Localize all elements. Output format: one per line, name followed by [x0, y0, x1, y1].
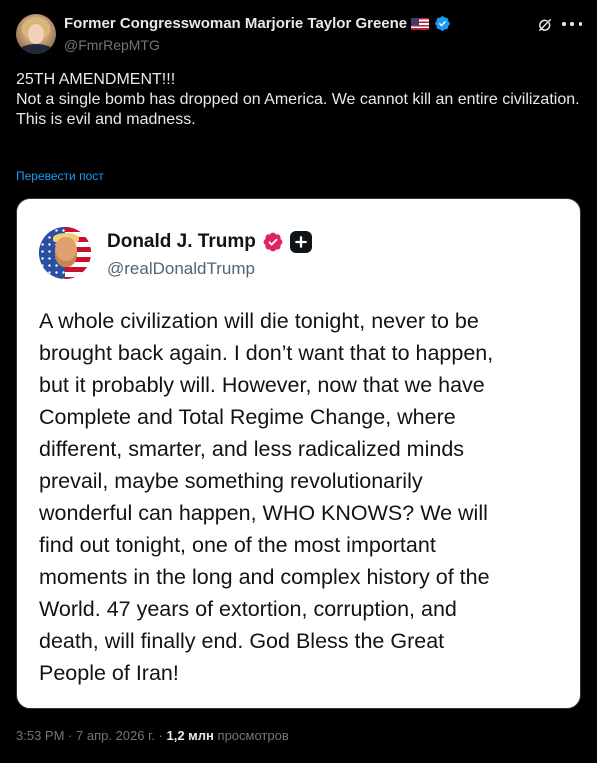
quoted-author-handle: @realDonaldTrump [107, 259, 255, 278]
grok-icon[interactable] [536, 16, 554, 34]
quoted-author-name: Donald J. Trump [107, 231, 256, 252]
quoted-verified-badge-icon [262, 231, 284, 253]
post-text: 25TH AMENDMENT!!! Not a single bomb has … [16, 70, 581, 130]
views-label: просмотров [217, 728, 289, 743]
attached-image[interactable]: Donald J. Trump @realDonaldTrump A whole… [16, 198, 581, 709]
post-text-line: This is evil and madness. [16, 111, 196, 128]
translate-post-link[interactable]: Перевести пост [16, 169, 104, 183]
quoted-text-line: death, will finally end. God Bless the G… [39, 629, 445, 653]
post-text-line: 25TH AMENDMENT!!! [16, 71, 176, 88]
meta-separator: · [68, 728, 73, 743]
plus-badge-icon [289, 231, 312, 253]
author-handle[interactable]: @FmrRepMTG [64, 37, 160, 53]
quoted-text-line: World. 47 years of extortion, corruption… [39, 597, 457, 621]
quoted-text-line: brought back again. I don’t want that to… [39, 341, 494, 365]
more-options-icon[interactable] [562, 14, 582, 34]
post-meta: 3:53 PM · 7 апр. 2026 г. · 1,2 млн просм… [16, 728, 289, 743]
author-display-name[interactable]: Former Congresswoman Marjorie Taylor Gre… [64, 15, 407, 32]
meta-separator: · [158, 728, 163, 743]
post-text-line: Not a single bomb has dropped on America… [16, 91, 580, 108]
author-name-row[interactable]: Former Congresswoman Marjorie Taylor Gre… [64, 15, 451, 32]
quoted-text-line: A whole civilization will die tonight, n… [39, 309, 479, 333]
quoted-text-line: different, smarter, and less radicalized… [39, 437, 465, 461]
views-count: 1,2 млн [166, 728, 214, 743]
post-time[interactable]: 3:53 PM [16, 728, 64, 743]
quoted-text-line: find out tonight, one of the most import… [39, 533, 436, 557]
quoted-text-line: prevail, maybe something revolutionarily [39, 469, 423, 493]
post-date[interactable]: 7 апр. 2026 г. [76, 728, 155, 743]
quoted-text-line: but it probably will. However, now that … [39, 373, 485, 397]
post: Former Congresswoman Marjorie Taylor Gre… [0, 0, 597, 763]
quoted-author-name-row: Donald J. Trump [107, 231, 312, 253]
quoted-text: A whole civilization will die tonight, n… [39, 305, 569, 689]
quoted-text-line: moments in the long and complex history … [39, 565, 490, 589]
quoted-text-line: wonderful can happen, WHO KNOWS? We will [39, 501, 488, 525]
quoted-text-line: People of Iran! [39, 661, 179, 685]
quoted-author-avatar [39, 227, 91, 279]
quoted-text-line: Complete and Total Regime Change, where [39, 405, 456, 429]
author-avatar[interactable] [16, 14, 56, 54]
verified-badge-icon[interactable] [434, 15, 451, 32]
us-flag-icon [411, 17, 430, 30]
